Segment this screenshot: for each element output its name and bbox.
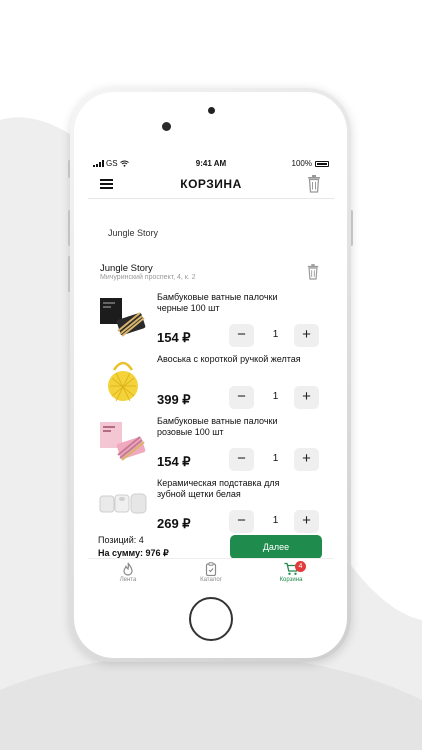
cart-item: Керамическая подставка для зубной щетки … (88, 476, 334, 538)
app-header: КОРЗИНА (88, 170, 334, 199)
decrease-quantity-button[interactable]: − (229, 448, 254, 471)
cart-item: Бамбуковые ватные палочки розовые 100 шт… (88, 414, 334, 476)
cart-badge: 4 (295, 561, 306, 572)
tab-catalog[interactable]: Каталог (181, 562, 241, 583)
tab-catalog-label: Каталог (200, 577, 222, 583)
cart-item: Авоська с короткой ручкой желтая 399 ₽ −… (88, 352, 334, 414)
status-right: 100% (292, 159, 329, 168)
item-price: 154 ₽ (157, 454, 191, 469)
positions-count: Позиций: 4 (98, 535, 144, 545)
battery-percent: 100% (291, 159, 312, 168)
item-quantity: 1 (272, 391, 279, 402)
battery-icon (315, 160, 329, 167)
item-quantity: 1 (272, 329, 279, 340)
phone-home-button[interactable] (189, 597, 233, 641)
tab-cart[interactable]: Корзина 4 (261, 561, 321, 583)
tab-bar: Лента Каталог Корзина 4 (88, 558, 334, 590)
product-image-ceramic-stand (99, 493, 147, 514)
item-name: Бамбуковые ватные палочки черные 100 шт (157, 292, 278, 313)
app-screen: GS 9:41 AM 100% КОРЗИНА Jungle Story Jun… (88, 156, 334, 590)
increase-quantity-button[interactable]: + (294, 386, 319, 409)
item-price: 154 ₽ (157, 330, 191, 345)
flame-icon (123, 562, 133, 576)
decrease-quantity-button[interactable]: − (229, 510, 254, 533)
increase-quantity-button[interactable]: + (294, 448, 319, 471)
tab-cart-label: Корзина (279, 577, 303, 583)
increase-quantity-button[interactable]: + (294, 324, 319, 347)
increase-quantity-button[interactable]: + (294, 510, 319, 533)
shop-name: Jungle Story (100, 263, 153, 274)
store-label: Jungle Story (108, 228, 159, 238)
item-price: 399 ₽ (157, 392, 191, 407)
status-bar: GS 9:41 AM 100% (88, 156, 334, 170)
item-name: Авоська с короткой ручкой желтая (157, 354, 301, 364)
item-quantity: 1 (272, 515, 279, 526)
next-button[interactable]: Далее (230, 535, 322, 559)
clipboard-icon (205, 562, 217, 576)
decrease-quantity-button[interactable]: − (229, 386, 254, 409)
item-name: Керамическая подставка для зубной щетки … (157, 478, 280, 499)
shop-address: Мичуринский проспект, 4, к. 2 (100, 274, 196, 281)
decrease-quantity-button[interactable]: − (229, 324, 254, 347)
clear-cart-trash-icon[interactable] (306, 175, 322, 193)
item-price: 269 ₽ (157, 516, 191, 531)
cart-item: Бамбуковые ватные палочки черные 100 шт … (88, 290, 334, 352)
phone-camera (162, 122, 171, 131)
tab-feed-label: Лента (119, 577, 137, 583)
shop-trash-icon[interactable] (306, 264, 320, 280)
page-title: КОРЗИНА (180, 177, 242, 191)
item-quantity: 1 (272, 453, 279, 464)
phone-speaker (208, 107, 215, 114)
item-name: Бамбуковые ватные палочки розовые 100 шт (157, 416, 278, 437)
product-image-pink-cotton-swabs (100, 422, 146, 461)
product-image-yellow-net-bag (108, 361, 138, 402)
product-image-black-cotton-swabs (100, 298, 146, 337)
tab-feed[interactable]: Лента (98, 562, 158, 583)
